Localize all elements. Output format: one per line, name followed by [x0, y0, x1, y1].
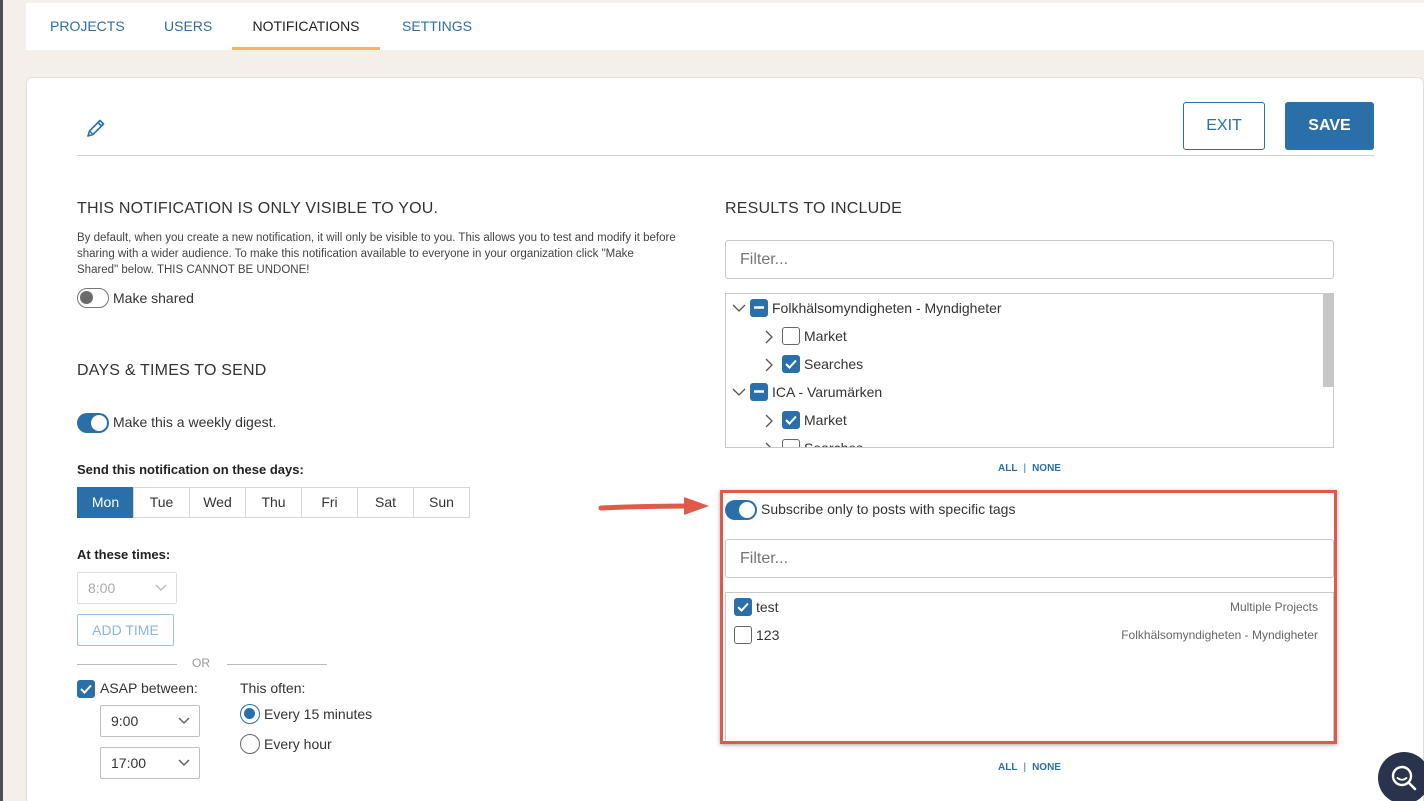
weekly-digest-toggle[interactable] — [77, 413, 109, 433]
chevron-right-icon[interactable] — [764, 414, 774, 428]
visibility-title: THIS NOTIFICATION IS ONLY VISIBLE TO YOU… — [77, 200, 439, 217]
tree-checkbox[interactable] — [782, 439, 800, 447]
tree-label: ICA - Varumärken — [772, 384, 883, 400]
chevron-down-icon — [178, 717, 190, 725]
chevron-down-icon[interactable] — [732, 302, 746, 314]
tree-scrollbar[interactable] — [1323, 294, 1333, 387]
tree-checkbox-partial[interactable] — [750, 299, 768, 317]
link-separator: | — [1023, 463, 1027, 474]
chevron-down-icon[interactable] — [732, 386, 746, 398]
asap-label: ASAP between: — [100, 680, 198, 696]
exit-button[interactable]: EXIT — [1183, 102, 1265, 150]
day-sun[interactable]: Sun — [413, 487, 470, 518]
visibility-description: By default, when you create a new notifi… — [77, 232, 676, 276]
top-tab-bar: PROJECTS USERS NOTIFICATIONS SETTINGS — [26, 0, 1424, 50]
annotation-arrow-icon — [598, 497, 709, 515]
every-hour-radio[interactable] — [240, 734, 260, 754]
days-label: Send this notification on these days: — [77, 462, 304, 477]
tab-projects[interactable]: PROJECTS — [50, 3, 125, 50]
day-sat[interactable]: Sat — [357, 487, 414, 518]
asap-from-select[interactable]: 9:00 — [100, 705, 200, 737]
day-tue[interactable]: Tue — [133, 487, 190, 518]
tags-none-link[interactable]: NONE — [1032, 762, 1061, 773]
or-divider-right — [227, 664, 327, 665]
every-hour-label: Every hour — [264, 736, 332, 752]
tree-checkbox[interactable] — [782, 327, 800, 345]
chevron-right-icon[interactable] — [764, 358, 774, 372]
weekly-digest-label: Make this a weekly digest. — [113, 414, 277, 430]
results-filter-input[interactable] — [725, 240, 1334, 279]
results-title: RESULTS TO INCLUDE — [725, 200, 902, 217]
every-15-minutes-label: Every 15 minutes — [264, 706, 373, 722]
or-divider-left — [77, 664, 177, 665]
chevron-right-icon[interactable] — [764, 330, 774, 344]
chevron-right-icon[interactable] — [764, 442, 774, 448]
asap-from-value: 9:00 — [111, 713, 139, 729]
often-label: This often: — [240, 680, 306, 696]
day-fri[interactable]: Fri — [301, 487, 358, 518]
day-thu[interactable]: Thu — [245, 487, 302, 518]
tree-checkbox-partial[interactable] — [750, 383, 768, 401]
highlight-box — [720, 490, 1337, 744]
day-selector: Mon Tue Wed Thu Fri Sat Sun — [77, 487, 470, 518]
asap-to-select[interactable]: 17:00 — [100, 747, 200, 779]
tree-label: Searches — [804, 440, 864, 448]
results-tree: Folkhälsomyndigheten - Myndigheter Marke… — [725, 293, 1334, 448]
day-wed[interactable]: Wed — [189, 487, 246, 518]
tags-select-links: ALL | NONE — [998, 762, 1061, 773]
notification-editor-card: EXIT SAVE THIS NOTIFICATION IS ONLY VISI… — [26, 77, 1424, 801]
tree-label: Market — [804, 412, 847, 428]
window-edge — [0, 0, 3, 801]
pencil-icon[interactable] — [85, 117, 107, 139]
tree-checkbox-checked[interactable] — [782, 355, 800, 373]
add-time-button[interactable]: ADD TIME — [77, 614, 174, 646]
results-none-link[interactable]: NONE — [1032, 463, 1061, 474]
tree-label: Folkhälsomyndigheten - Myndigheter — [772, 300, 1002, 316]
tags-all-link[interactable]: ALL — [998, 762, 1017, 773]
asap-checkbox[interactable] — [77, 680, 95, 698]
asap-to-value: 17:00 — [111, 755, 147, 771]
tab-notifications[interactable]: NOTIFICATIONS — [232, 3, 380, 50]
time-select[interactable]: 8:00 — [77, 572, 177, 604]
schedule-title: DAYS & TIMES TO SEND — [77, 362, 267, 379]
tree-checkbox-checked[interactable] — [782, 411, 800, 429]
search-chat-icon — [1391, 765, 1417, 791]
time-select-value: 8:00 — [88, 580, 116, 596]
results-select-links: ALL | NONE — [998, 463, 1061, 474]
chat-widget-button[interactable] — [1378, 752, 1424, 801]
tab-users[interactable]: USERS — [164, 3, 212, 50]
results-all-link[interactable]: ALL — [998, 463, 1017, 474]
chevron-down-icon — [178, 759, 190, 767]
chevron-down-icon — [155, 584, 167, 592]
tree-label: Searches — [804, 356, 864, 372]
header-divider — [77, 155, 1374, 156]
or-label: OR — [192, 656, 210, 670]
every-15-minutes-radio[interactable] — [240, 704, 260, 724]
tab-settings[interactable]: SETTINGS — [402, 3, 472, 50]
times-label: At these times: — [77, 547, 171, 562]
make-shared-toggle[interactable] — [77, 288, 109, 308]
tree-label: Market — [804, 328, 847, 344]
link-separator: | — [1023, 762, 1027, 773]
day-mon[interactable]: Mon — [77, 487, 134, 518]
save-button[interactable]: SAVE — [1285, 102, 1374, 150]
make-shared-label: Make shared — [113, 290, 194, 306]
